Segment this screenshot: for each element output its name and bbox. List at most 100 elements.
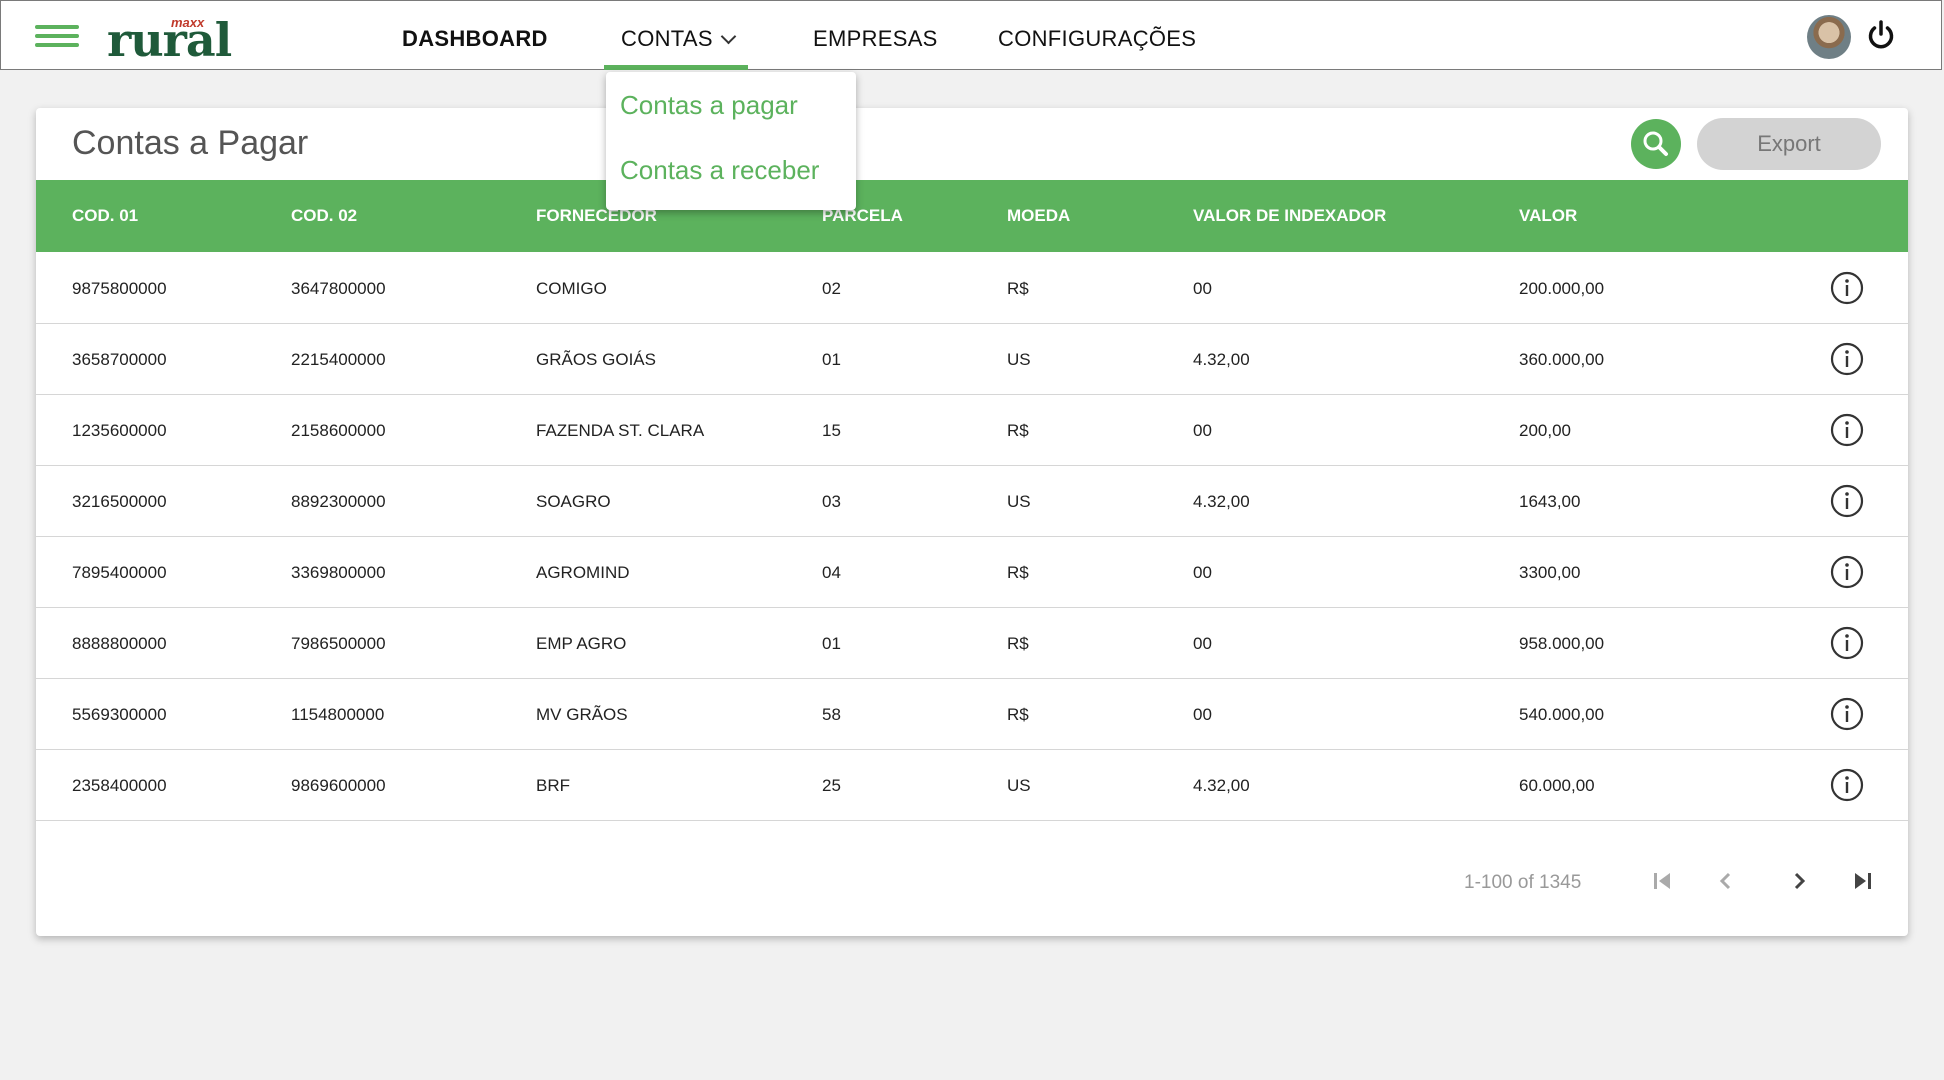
cell-cod01: 1235600000 [72, 421, 167, 440]
cell-valor-indexador: 00 [1193, 563, 1212, 582]
cell-moeda: R$ [1007, 563, 1029, 582]
search-button[interactable] [1631, 119, 1681, 169]
cell-cod01: 7895400000 [72, 563, 167, 582]
cell-parcela: 15 [822, 421, 841, 440]
menu-item-contas-a-pagar[interactable]: Contas a pagar [620, 90, 798, 121]
cell-valor: 1643,00 [1519, 492, 1581, 511]
cell-valor-indexador: 00 [1193, 705, 1212, 724]
cell-cod01: 9875800000 [72, 279, 167, 298]
cell-parcela: 02 [822, 279, 841, 298]
previous-page-icon[interactable] [1711, 866, 1741, 896]
cell-moeda: R$ [1007, 634, 1029, 653]
header-moeda[interactable]: MOEDA [1007, 206, 1070, 226]
header-cod02[interactable]: COD. 02 [291, 206, 357, 226]
header-valor-indexador[interactable]: VALOR DE INDEXADOR [1193, 206, 1386, 226]
cell-moeda: R$ [1007, 705, 1029, 724]
cell-valor: 540.000,00 [1519, 705, 1605, 724]
cell-cod01: 3658700000 [72, 350, 167, 369]
table-row[interactable]: 5569300000 1154800000 MV GRÃOS 58 R$ 00 540.00… [36, 678, 1908, 750]
cell-valor: 958.000,00 [1519, 634, 1605, 653]
cell-moeda: R$ [1007, 279, 1029, 298]
cell-parcela: 01 [822, 634, 841, 653]
info-icon[interactable] [1830, 484, 1864, 518]
power-icon[interactable] [1867, 19, 1895, 53]
cell-parcela: 04 [822, 563, 841, 582]
cell-valor-indexador: 4.32,00 [1193, 492, 1250, 511]
pagination-range: 1-100 of 1345 [1464, 872, 1582, 893]
cell-cod02: 2215400000 [291, 350, 386, 369]
search-icon [1643, 131, 1668, 156]
cell-cod02: 8892300000 [291, 492, 386, 511]
export-button[interactable]: Export [1697, 118, 1881, 170]
info-icon[interactable] [1830, 413, 1864, 447]
cell-valor-indexador: 00 [1193, 634, 1212, 653]
nav-contas-label: CONTAS [621, 26, 713, 51]
cell-fornecedor: AGROMIND [536, 563, 630, 582]
header-valor[interactable]: VALOR [1519, 206, 1577, 226]
info-icon[interactable] [1830, 768, 1864, 802]
cell-cod01: 3216500000 [72, 492, 167, 511]
nav-contas[interactable]: CONTAS [621, 26, 737, 52]
cell-cod02: 9869600000 [291, 776, 386, 795]
cell-cod02: 1154800000 [291, 705, 385, 724]
table-row[interactable]: 3216500000 8892300000 SOAGRO 03 US 4.32,00 164… [36, 465, 1908, 537]
nav-configuracoes[interactable]: CONFIGURAÇÕES [998, 26, 1196, 52]
cell-cod02: 3369800000 [291, 563, 386, 582]
cell-cod02: 2158600000 [291, 421, 386, 440]
cell-cod02: 3647800000 [291, 279, 386, 298]
table-row[interactable]: 7895400000 3369800000 AGROMIND 04 R$ 00 3300,0… [36, 536, 1908, 608]
table-row[interactable]: 8888800000 7986500000 EMP AGRO 01 R$ 00 958.00… [36, 607, 1908, 679]
chevron-down-icon [720, 28, 737, 45]
nav-empresas[interactable]: EMPRESAS [813, 26, 938, 52]
active-nav-indicator [604, 65, 748, 70]
cell-valor-indexador: 00 [1193, 421, 1212, 440]
cell-cod01: 2358400000 [72, 776, 167, 795]
cell-moeda: US [1007, 492, 1031, 511]
top-navbar: maxx rural DASHBOARD CONTAS EMPRESAS CON… [0, 0, 1942, 70]
menu-item-contas-a-receber[interactable]: Contas a receber [620, 155, 819, 186]
cell-fornecedor: MV GRÃOS [536, 705, 628, 724]
table-row[interactable]: 1235600000 2158600000 FAZENDA ST. CLARA 15 R… [36, 394, 1908, 466]
contas-a-pagar-card: Contas a Pagar Export COD. 01 COD. 02 FO… [36, 108, 1908, 936]
cell-valor: 200.000,00 [1519, 279, 1605, 298]
cell-fornecedor: EMP AGRO [536, 634, 627, 653]
page-title: Contas a Pagar [72, 124, 309, 162]
info-icon[interactable] [1830, 271, 1864, 305]
first-page-icon[interactable] [1648, 866, 1678, 896]
cell-valor: 360.000,00 [1519, 350, 1605, 369]
cell-cod01: 5569300000 [72, 705, 167, 724]
cell-moeda: R$ [1007, 421, 1029, 440]
nav-dashboard[interactable]: DASHBOARD [402, 26, 548, 52]
cell-valor: 3300,00 [1519, 563, 1581, 582]
info-icon[interactable] [1830, 626, 1864, 660]
cell-moeda: US [1007, 776, 1031, 795]
cell-fornecedor: FAZENDA ST. CLARA [536, 421, 705, 440]
cell-valor-indexador: 4.32,00 [1193, 350, 1250, 369]
logo-main-text: rural [107, 13, 232, 67]
header-cod01[interactable]: COD. 01 [72, 206, 138, 226]
cell-valor: 60.000,00 [1519, 776, 1595, 795]
user-avatar[interactable] [1807, 15, 1851, 59]
info-icon[interactable] [1830, 555, 1864, 589]
table-row[interactable]: 3658700000 2215400000 GRÃOS GOIÁS 01 US 4.32,… [36, 323, 1908, 395]
cell-parcela: 01 [822, 350, 841, 369]
cell-parcela: 03 [822, 492, 841, 511]
cell-moeda: US [1007, 350, 1031, 369]
cell-parcela: 25 [822, 776, 841, 795]
table-header: COD. 01 COD. 02 FORNECEDOR PARCELA MOEDA… [36, 180, 1908, 252]
contas-dropdown-menu: Contas a pagar Contas a receber [606, 72, 856, 210]
table-row[interactable]: 9875800000 3647800000 COMIGO 02 R$ 00 200.000,… [36, 252, 1908, 324]
last-page-icon[interactable] [1847, 866, 1877, 896]
hamburger-menu-icon[interactable] [35, 25, 79, 47]
cell-fornecedor: SOAGRO [536, 492, 611, 511]
cell-valor: 200,00 [1519, 421, 1571, 440]
table-row[interactable]: 2358400000 9869600000 BRF 25 US 4.32,00 60.000… [36, 749, 1908, 821]
cell-parcela: 58 [822, 705, 841, 724]
info-icon[interactable] [1830, 697, 1864, 731]
info-icon[interactable] [1830, 342, 1864, 376]
cell-cod01: 8888800000 [72, 634, 167, 653]
cell-valor-indexador: 4.32,00 [1193, 776, 1250, 795]
next-page-icon[interactable] [1784, 866, 1814, 896]
cell-fornecedor: BRF [536, 776, 570, 795]
cell-cod02: 7986500000 [291, 634, 386, 653]
